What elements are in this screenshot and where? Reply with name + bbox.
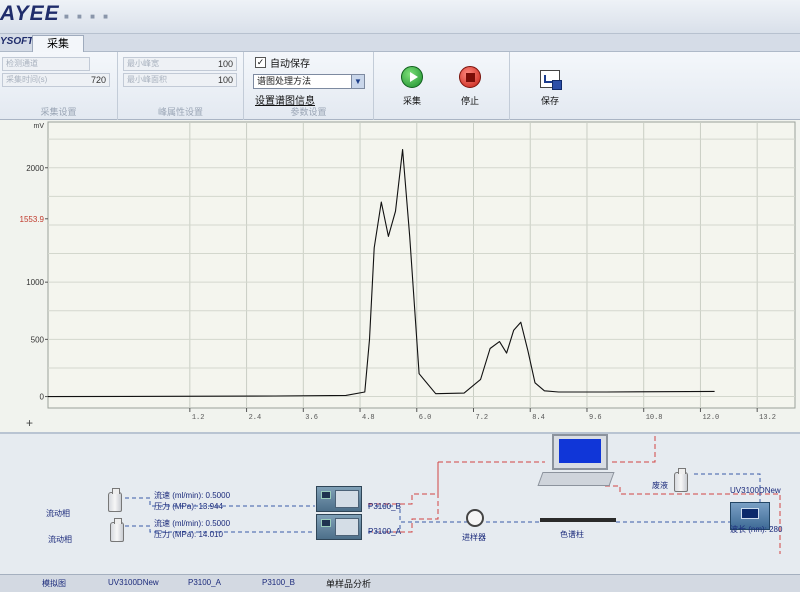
mobile-phase-a-bottle-icon <box>110 518 124 542</box>
waste-label: 废液 <box>652 481 668 490</box>
save-button[interactable]: 保存 <box>530 56 570 106</box>
pump-a-flow-label: 流速 (ml/min): 0.5000 <box>154 519 231 528</box>
column-icon[interactable] <box>540 518 616 522</box>
peak-settings-group: 最小峰宽 100 最小峰面积 100 峰属性设置 <box>118 52 244 120</box>
x-tick-label: 6.0 <box>419 414 432 422</box>
processing-method-value: 谱图处理方法 <box>257 76 312 86</box>
save-label: 保存 <box>540 96 559 106</box>
stop-icon <box>459 66 481 88</box>
y-tick-label: 2000 <box>26 164 44 173</box>
channel-select[interactable]: 检测通道 <box>2 57 90 71</box>
chromatogram-chart[interactable]: 0 500 1000 1553.9 2000 mV 1.2 2.4 3.6 4.8 6.0 7.2 8.… <box>0 120 800 432</box>
app-menu-button[interactable]: YSOFT <box>0 36 33 47</box>
min-peak-width-label: 最小峰宽 <box>127 59 159 68</box>
quick-access-toolbar[interactable]: ■ ■ ■ ■ <box>64 12 111 21</box>
tab-pump-a[interactable]: P3100_A <box>188 578 221 587</box>
tab-simulation[interactable]: 模拟图 <box>42 578 66 589</box>
pump-b-icon[interactable] <box>316 486 362 512</box>
tab-acquire[interactable]: 采集 <box>32 35 84 53</box>
autosave-label: 自动保存 <box>270 59 310 70</box>
y-tick-label: 500 <box>31 335 45 344</box>
ribbon-tab-strip: YSOFT 采集 <box>0 34 800 53</box>
bottom-tab-bar: 模拟图 UV3100DNew P3100_A P3100_B 单样品分析 <box>0 574 800 592</box>
injector-label: 进样器 <box>462 533 486 542</box>
x-tick-label: 3.6 <box>305 414 318 422</box>
x-tick-label: 8.4 <box>532 414 545 422</box>
acquire-time-value: 720 <box>90 75 106 85</box>
x-tick-label: 2.4 <box>249 414 262 422</box>
computer-screen <box>559 439 601 463</box>
channel-select-text: 检测通道 <box>6 59 38 68</box>
plot-area <box>47 121 796 409</box>
title-bar: AYEE ■ ■ ■ ■ <box>0 0 800 34</box>
x-tick-label: 13.2 <box>759 414 776 422</box>
x-tick-label: 7.2 <box>476 414 489 422</box>
pump-a-panel <box>335 518 359 536</box>
min-peak-width-field[interactable]: 最小峰宽 100 <box>123 57 237 71</box>
detector-display <box>741 508 759 519</box>
acquire-time-field[interactable]: 采集时间(s) 720 <box>2 73 110 87</box>
waste-bottle-icon <box>674 468 688 492</box>
chromatogram-panel[interactable]: 0 500 1000 1553.9 2000 mV 1.2 2.4 3.6 4.8 6.0 7.2 8.… <box>0 120 800 432</box>
mobile-phase-b-bottle-icon <box>108 488 122 512</box>
mobile-phase-a-label: 流动相 <box>48 535 72 544</box>
min-peak-area-label: 最小峰面积 <box>127 75 167 84</box>
pump-a-icon[interactable] <box>316 514 362 540</box>
computer-icon <box>552 434 608 470</box>
column-label: 色谱柱 <box>560 530 584 539</box>
zoom-plus-icon[interactable]: + <box>26 416 33 430</box>
acquire-time-label: 采集时间(s) <box>6 75 48 84</box>
acquire-settings-caption: 采集设置 <box>40 107 77 117</box>
pump-a-pressure-label: 压力 (MPa): 14.010 <box>154 530 223 539</box>
x-tick-label: 4.8 <box>362 414 375 422</box>
tab-pump-b[interactable]: P3100_B <box>262 578 295 587</box>
x-tick-label: 10.8 <box>646 414 663 422</box>
y-tick-label: 1000 <box>26 278 44 287</box>
x-tick-label: 12.0 <box>702 414 719 422</box>
stop-button[interactable]: 停止 <box>450 56 490 106</box>
pump-a-name: P3100_A <box>368 527 401 536</box>
system-schematic: 流动相 流动相 流速 (ml/min): 0.5000 压力 (MPa): 13… <box>0 432 800 574</box>
y-tick-label: 0 <box>40 393 45 402</box>
y-axis-label: mV <box>34 123 45 130</box>
chromatography-workstation-window: AYEE ■ ■ ■ ■ YSOFT 采集 检测通道 采集时间(s) 720 采… <box>0 0 800 592</box>
x-tick-label: 9.6 <box>589 414 602 422</box>
pump-b-name: P3100_B <box>368 502 401 511</box>
pump-b-flow-label: 流速 (ml/min): 0.5000 <box>154 491 231 500</box>
start-acquire-label: 采集 <box>402 96 421 106</box>
injector-icon[interactable] <box>466 509 484 527</box>
play-icon <box>401 66 423 88</box>
min-peak-area-field[interactable]: 最小峰面积 100 <box>123 73 237 87</box>
save-chart-icon <box>540 70 562 90</box>
start-acquire-button[interactable]: 采集 <box>392 56 432 106</box>
autosave-checkbox[interactable]: ✓ <box>255 57 266 68</box>
pump-b-pressure-label: 压力 (MPa): 13.944 <box>154 502 223 511</box>
app-logo: AYEE <box>0 2 60 25</box>
stop-label: 停止 <box>460 96 479 106</box>
cursor-value-label: 1553.9 <box>20 215 45 224</box>
tab-detector[interactable]: UV3100DNew <box>108 578 159 587</box>
pump-b-panel <box>335 490 359 508</box>
min-peak-area-value: 100 <box>217 75 233 85</box>
chevron-down-icon[interactable]: ▼ <box>351 75 364 88</box>
detector-wavelength-label: 波长 (nm): 280 <box>730 525 783 534</box>
acquire-settings-group: 检测通道 采集时间(s) 720 采集设置 <box>0 52 118 120</box>
mobile-phase-b-label: 流动相 <box>46 509 70 518</box>
pump-b-display <box>321 491 331 499</box>
tab-sample-analysis[interactable]: 单样品分析 <box>326 577 371 590</box>
pump-a-display <box>321 519 331 527</box>
chromatogram-info-link[interactable]: 设置谱图信息 <box>255 92 315 107</box>
computer-base-icon <box>537 472 615 486</box>
peak-settings-caption: 峰属性设置 <box>157 107 203 117</box>
detector-model-label: UV3100DNew <box>730 486 781 495</box>
x-tick-label: 1.2 <box>192 414 205 422</box>
processing-method-select[interactable]: 谱图处理方法 ▼ <box>253 74 365 89</box>
min-peak-width-value: 100 <box>217 59 233 69</box>
